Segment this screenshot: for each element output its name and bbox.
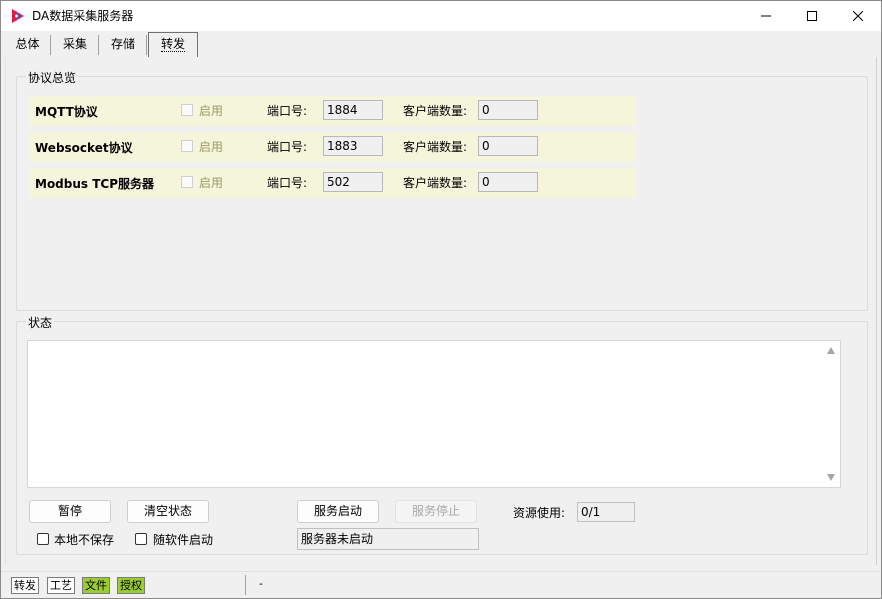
protocol-name: Websocket协议 — [35, 141, 133, 155]
scroll-down-icon[interactable] — [827, 474, 835, 481]
statusbar-license[interactable]: 授权 — [117, 577, 145, 594]
server-status-field: 服务器未启动 — [297, 528, 479, 550]
app-window: DA数据采集服务器 总体 采集 存储 转发 协议总览 MQTT协议 启用 端口号… — [0, 0, 882, 599]
port-field[interactable]: 1883 — [323, 136, 383, 156]
enable-checkbox[interactable] — [181, 140, 193, 152]
tab-forward[interactable]: 转发 — [148, 32, 198, 57]
protocol-name: Modbus TCP服务器 — [35, 177, 155, 191]
tab-page-forward: 协议总览 MQTT协议 启用 端口号: 1884 客户端数量: 0 Websoc… — [5, 57, 877, 565]
client-count-field: 0 — [478, 172, 538, 192]
window-title: DA数据采集服务器 — [32, 9, 134, 23]
service-stop-button[interactable]: 服务停止 — [395, 500, 477, 523]
minimize-button[interactable] — [743, 1, 789, 31]
port-field[interactable]: 502 — [323, 172, 383, 192]
statusbar-divider — [245, 575, 246, 595]
protocol-row-websocket: Websocket协议 启用 端口号: 1883 客户端数量: 0 — [29, 132, 635, 162]
autostart-label: 随软件启动 — [153, 533, 214, 547]
protocol-overview-title: 协议总览 — [26, 69, 79, 86]
scroll-up-icon[interactable] — [827, 347, 835, 354]
port-field[interactable]: 1884 — [323, 100, 383, 120]
status-group: 状态 暂停 清空状态 服务启动 服务停止 资源使用: 0/1 本地不保存 随软件… — [16, 314, 868, 555]
enable-label: 启用 — [199, 176, 224, 190]
port-label: 端口号: — [267, 140, 308, 154]
enable-checkbox[interactable] — [181, 104, 193, 116]
statusbar-file[interactable]: 文件 — [82, 577, 110, 594]
client-count-label: 客户端数量: — [403, 140, 468, 154]
status-log-textarea[interactable] — [27, 340, 841, 488]
app-logo-icon — [12, 9, 24, 23]
protocol-overview-group: 协议总览 MQTT协议 启用 端口号: 1884 客户端数量: 0 Websoc… — [16, 69, 868, 311]
pause-button[interactable]: 暂停 — [29, 500, 111, 523]
tab-strip: 总体 采集 存储 转发 — [1, 31, 881, 57]
statusbar-text: - — [259, 577, 263, 590]
protocol-name: MQTT协议 — [35, 105, 98, 119]
enable-checkbox[interactable] — [181, 176, 193, 188]
enable-label: 启用 — [199, 104, 224, 118]
tab-storage[interactable]: 存储 — [100, 35, 147, 55]
client-count-label: 客户端数量: — [403, 176, 468, 190]
port-label: 端口号: — [267, 176, 308, 190]
enable-label: 启用 — [199, 140, 224, 154]
title-bar: DA数据采集服务器 — [1, 1, 881, 31]
port-label: 端口号: — [267, 104, 308, 118]
status-bar: 转发 工艺 文件 授权 - — [1, 571, 881, 598]
protocol-row-modbus: Modbus TCP服务器 启用 端口号: 502 客户端数量: 0 — [29, 168, 635, 198]
client-count-label: 客户端数量: — [403, 104, 468, 118]
status-log-scrollbar[interactable] — [823, 341, 840, 487]
protocol-row-mqtt: MQTT协议 启用 端口号: 1884 客户端数量: 0 — [29, 96, 635, 126]
maximize-button[interactable] — [789, 1, 835, 31]
client-count-field: 0 — [478, 100, 538, 120]
resource-usage-field: 0/1 — [577, 502, 635, 522]
no-local-save-label: 本地不保存 — [54, 533, 115, 547]
no-local-save-checkbox[interactable] — [37, 533, 49, 545]
minimize-icon — [761, 15, 771, 17]
maximize-icon — [807, 11, 817, 21]
tab-overview[interactable]: 总体 — [5, 35, 51, 55]
close-button[interactable] — [835, 1, 881, 31]
tab-collect[interactable]: 采集 — [52, 35, 99, 55]
service-start-button[interactable]: 服务启动 — [297, 500, 379, 523]
status-group-title: 状态 — [26, 314, 55, 331]
autostart-checkbox[interactable] — [135, 533, 147, 545]
client-count-field: 0 — [478, 136, 538, 156]
statusbar-forward[interactable]: 转发 — [11, 577, 39, 594]
clear-status-button[interactable]: 清空状态 — [127, 500, 209, 523]
resource-usage-label: 资源使用: — [513, 506, 566, 520]
close-icon — [853, 11, 863, 21]
statusbar-process[interactable]: 工艺 — [47, 577, 75, 594]
